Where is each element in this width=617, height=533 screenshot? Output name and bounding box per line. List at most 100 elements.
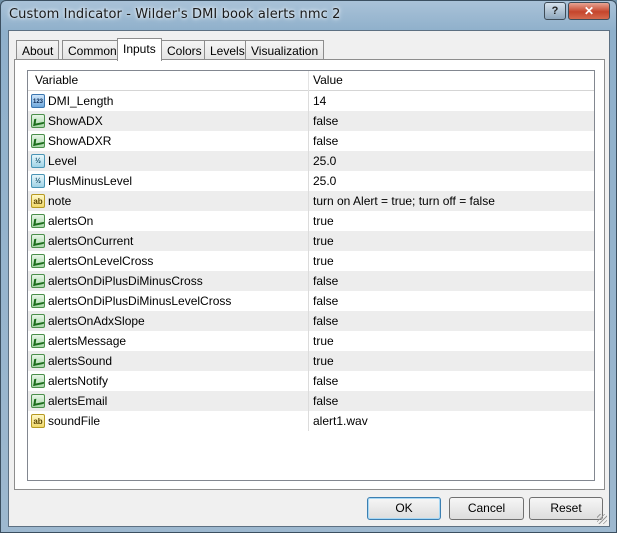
variable-name: alertsOnDiPlusDiMinusCross — [48, 274, 203, 288]
table-row[interactable]: alertsOnLevelCross true — [28, 251, 594, 271]
variable-name: note — [48, 194, 72, 208]
cancel-button[interactable]: Cancel — [449, 497, 524, 520]
tab-levels[interactable]: Levels — [204, 40, 251, 60]
value-cell[interactable]: false — [309, 311, 594, 331]
value-cell[interactable]: false — [309, 111, 594, 131]
variable-cell: ab soundFile — [28, 411, 309, 431]
bool-icon — [31, 234, 45, 248]
variable-cell: alertsOnLevelCross — [28, 251, 309, 271]
bool-icon — [31, 214, 45, 228]
tab-common[interactable]: Common — [62, 40, 123, 60]
tab-colors[interactable]: Colors — [161, 40, 208, 60]
column-header-value[interactable]: Value — [309, 71, 594, 91]
bool-icon — [31, 274, 45, 288]
variable-name: DMI_Length — [48, 94, 114, 108]
table-row[interactable]: ab note turn on Alert = true; turn off = f… — [28, 191, 594, 211]
table-row[interactable]: alertsOnDiPlusDiMinusLevelCross false — [28, 291, 594, 311]
variable-cell: alertsOnCurrent — [28, 231, 309, 251]
table-row[interactable]: ShowADX false — [28, 111, 594, 131]
bool-icon — [31, 254, 45, 268]
int-icon: 123 — [31, 94, 45, 108]
inputs-panel: Variable Value 123 DMI_Length 14 ShowADX fal… — [14, 59, 605, 490]
bool-icon — [31, 314, 45, 328]
title-bar[interactable]: Custom Indicator - Wilder's DMI book ale… — [1, 1, 616, 29]
table-row[interactable]: ½ PlusMinusLevel 25.0 — [28, 171, 594, 191]
variable-cell: alertsEmail — [28, 391, 309, 411]
table-row[interactable]: alertsOnAdxSlope false — [28, 311, 594, 331]
bool-icon — [31, 394, 45, 408]
table-row[interactable]: alertsEmail false — [28, 391, 594, 411]
variable-cell: ShowADXR — [28, 131, 309, 151]
inputs-grid: Variable Value 123 DMI_Length 14 ShowADX fal… — [27, 70, 595, 481]
table-row[interactable]: ShowADXR false — [28, 131, 594, 151]
tab-inputs[interactable]: Inputs — [117, 38, 162, 61]
variable-cell: ShowADX — [28, 111, 309, 131]
dialog-body: About Common Inputs Colors Levels Visualizati… — [8, 30, 610, 527]
reset-button[interactable]: Reset — [529, 497, 603, 520]
variable-cell: alertsMessage — [28, 331, 309, 351]
value-cell[interactable]: false — [309, 291, 594, 311]
variable-cell: alertsOnAdxSlope — [28, 311, 309, 331]
bool-icon — [31, 354, 45, 368]
variable-cell: ½ PlusMinusLevel — [28, 171, 309, 191]
close-button[interactable]: ✕ — [568, 2, 610, 20]
value-cell[interactable]: 25.0 — [309, 171, 594, 191]
value-cell[interactable]: false — [309, 131, 594, 151]
table-row[interactable]: ab soundFile alert1.wav — [28, 411, 594, 431]
table-row[interactable]: alertsSound true — [28, 351, 594, 371]
tab-about[interactable]: About — [16, 40, 60, 60]
indicator-dialog: Custom Indicator - Wilder's DMI book ale… — [0, 0, 617, 533]
variable-name: soundFile — [48, 414, 101, 428]
value-cell[interactable]: true — [309, 331, 594, 351]
window-title: Custom Indicator - Wilder's DMI book ale… — [9, 7, 341, 22]
bool-icon — [31, 134, 45, 148]
double-icon: ½ — [31, 154, 45, 168]
value-cell[interactable]: false — [309, 271, 594, 291]
value-cell[interactable]: turn on Alert = true; turn off = false — [309, 191, 594, 211]
double-icon: ½ — [31, 174, 45, 188]
value-cell[interactable]: true — [309, 211, 594, 231]
variable-name: alertsOnLevelCross — [48, 254, 154, 268]
value-cell[interactable]: false — [309, 371, 594, 391]
table-row[interactable]: alertsOnDiPlusDiMinusCross false — [28, 271, 594, 291]
value-cell[interactable]: 25.0 — [309, 151, 594, 171]
variable-cell: alertsOn — [28, 211, 309, 231]
table-row[interactable]: 123 DMI_Length 14 — [28, 91, 594, 111]
value-cell[interactable]: true — [309, 351, 594, 371]
bool-icon — [31, 114, 45, 128]
bool-icon — [31, 294, 45, 308]
variable-cell: alertsNotify — [28, 371, 309, 391]
value-cell[interactable]: true — [309, 251, 594, 271]
string-icon: ab — [31, 194, 45, 208]
variable-name: alertsOnCurrent — [48, 234, 134, 248]
variable-cell: 123 DMI_Length — [28, 91, 309, 111]
table-row[interactable]: ½ Level 25.0 — [28, 151, 594, 171]
variable-cell: ab note — [28, 191, 309, 211]
column-header-variable[interactable]: Variable — [28, 71, 309, 91]
variable-name: Level — [48, 154, 77, 168]
variable-name: alertsOnDiPlusDiMinusLevelCross — [48, 294, 232, 308]
table-row[interactable]: alertsOn true — [28, 211, 594, 231]
table-row[interactable]: alertsMessage true — [28, 331, 594, 351]
variable-cell: ½ Level — [28, 151, 309, 171]
table-row[interactable]: alertsNotify false — [28, 371, 594, 391]
ok-button[interactable]: OK — [367, 497, 441, 520]
value-cell[interactable]: 14 — [309, 91, 594, 111]
bool-icon — [31, 334, 45, 348]
resize-grip[interactable] — [597, 514, 607, 524]
table-row[interactable]: alertsOnCurrent true — [28, 231, 594, 251]
variable-name: ShowADX — [48, 114, 103, 128]
variable-cell: alertsSound — [28, 351, 309, 371]
value-cell[interactable]: false — [309, 391, 594, 411]
variable-name: PlusMinusLevel — [48, 174, 133, 188]
grid-header: Variable Value — [28, 71, 594, 91]
help-button[interactable]: ? — [544, 2, 566, 20]
variable-name: alertsEmail — [48, 394, 108, 408]
value-cell[interactable]: alert1.wav — [309, 411, 594, 431]
value-cell[interactable]: true — [309, 231, 594, 251]
variable-name: alertsOnAdxSlope — [48, 314, 145, 328]
variable-name: alertsOn — [48, 214, 94, 228]
tab-visualization[interactable]: Visualization — [245, 40, 325, 60]
variable-name: alertsNotify — [48, 374, 109, 388]
grid-rows: 123 DMI_Length 14 ShowADX false ShowADXR false… — [28, 91, 594, 431]
